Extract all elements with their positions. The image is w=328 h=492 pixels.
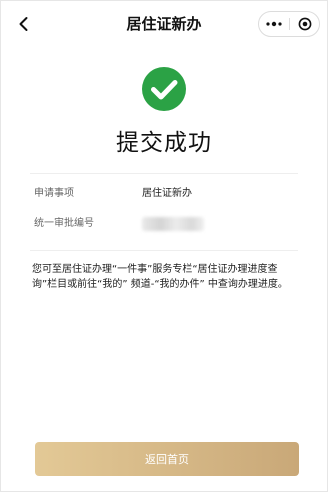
notice-text: 您可至居住证办理“一件事”服务专栏“居住证办理进度查询”栏目或前往“我的” 频道… (32, 264, 288, 290)
mini-program-capsule (258, 11, 320, 37)
more-button[interactable] (259, 12, 289, 36)
more-dots-icon (266, 21, 282, 27)
check-circle-icon (142, 67, 186, 111)
application-info: 申请事项 居住证新办 统一审批编号 (30, 173, 298, 251)
approval-number-redacted (142, 217, 204, 231)
info-label: 申请事项 (34, 188, 74, 199)
return-home-button[interactable]: 返回首页 (35, 442, 299, 476)
info-row-approval-number: 统一审批编号 (34, 215, 298, 233)
info-value: 居住证新办 (142, 188, 192, 199)
info-row-item: 申请事项 居住证新办 (34, 185, 298, 203)
nav-bar: 居住证新办 (0, 0, 328, 48)
close-button[interactable] (290, 12, 320, 36)
target-icon (298, 17, 312, 31)
success-title: 提交成功 (116, 130, 212, 156)
info-label: 统一审批编号 (34, 218, 94, 229)
